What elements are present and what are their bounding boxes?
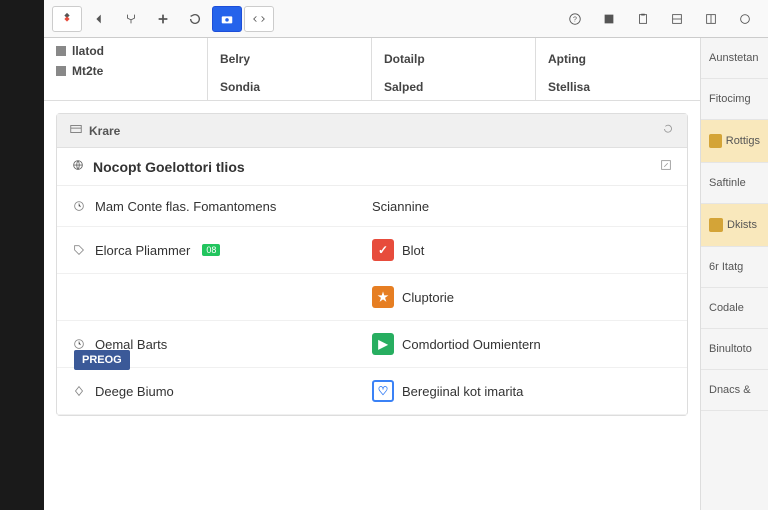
sidebar-item[interactable]: 6r Itatg [701, 247, 768, 288]
left-dark-strip [0, 0, 44, 510]
row-label: Elorca Pliammer [95, 243, 190, 258]
sidebar-label: Saftinle [709, 177, 746, 189]
refresh-icon[interactable] [180, 6, 210, 32]
card-icon [69, 122, 83, 139]
back-icon[interactable] [84, 6, 114, 32]
sidebar-label: 6r Itatg [709, 261, 743, 273]
square-icon [56, 66, 66, 76]
status-icon-red: ✓ [372, 239, 394, 261]
row-value: Beregiinal kot imarita [402, 384, 523, 399]
folder-icon [709, 134, 722, 148]
sidebar-label: Dnacs & [709, 384, 751, 396]
list-row[interactable]: Elorca Pliammer 08 ✓ Blot [57, 227, 687, 274]
card-header: Krare [57, 114, 687, 148]
sidebar-item[interactable]: Binultoto [701, 329, 768, 370]
right-sidebar: Aunstetan Fitocimg Rottigs Saftinle Dkis… [700, 38, 768, 510]
tab-item[interactable]: Mt2te [56, 64, 195, 78]
row-label: Deege Biumo [95, 384, 174, 399]
sidebar-item[interactable]: Codale [701, 288, 768, 329]
list-row[interactable]: Deege Biumo ♡ Beregiinal kot imarita [57, 368, 687, 415]
tab-item[interactable]: llatod [56, 44, 195, 58]
sidebar-item[interactable]: Dnacs & [701, 370, 768, 411]
main-content: llatod Mt2te Belry Sondia Dotailp Salped… [44, 38, 700, 510]
section-header[interactable]: Nocopt Goelottori tlios [57, 148, 687, 186]
expand-icon[interactable] [659, 158, 673, 175]
help-icon[interactable]: ? [560, 6, 590, 32]
floating-tag[interactable]: PREOG [74, 350, 130, 370]
square-icon [56, 46, 66, 56]
clock-icon [71, 198, 87, 214]
tab-item[interactable]: Belry [220, 44, 359, 74]
tab-item[interactable]: Apting [548, 44, 688, 74]
fork-icon[interactable] [116, 6, 146, 32]
tab-label: llatod [72, 44, 104, 58]
row-value: Comdortiod Oumientern [402, 337, 541, 352]
camera-icon[interactable] [212, 6, 242, 32]
main-card: Krare Nocopt Goelottori tlios Mam Conte … [56, 113, 688, 416]
tag-icon [71, 242, 87, 258]
view2-icon[interactable] [696, 6, 726, 32]
sidebar-item[interactable]: Saftinle [701, 163, 768, 204]
panel-icon[interactable] [594, 6, 624, 32]
status-icon-green: ▶ [372, 333, 394, 355]
tab-label: Apting [548, 52, 586, 66]
card-title: Krare [89, 124, 120, 138]
list-row[interactable]: ★ Cluptorie [57, 274, 687, 321]
globe-icon [71, 158, 85, 175]
sidebar-item[interactable]: Rottigs [701, 120, 768, 163]
tab-label: Mt2te [72, 64, 103, 78]
tab-label: Belry [220, 52, 250, 66]
add-icon[interactable] [148, 6, 178, 32]
sidebar-label: Fitocimg [709, 93, 751, 105]
toolbar: ? [44, 0, 768, 38]
sidebar-item[interactable]: Fitocimg [701, 79, 768, 120]
refresh-icon[interactable] [661, 122, 675, 139]
tab-label: Dotailp [384, 52, 425, 66]
row-value: Sciannine [372, 199, 429, 214]
sidebar-label: Dkists [727, 219, 757, 231]
row-value: Cluptorie [402, 290, 454, 305]
tab-item[interactable]: Sondia [220, 80, 359, 94]
sidebar-label: Rottigs [726, 135, 760, 147]
sidebar-label: Codale [709, 302, 744, 314]
circle-icon[interactable] [730, 6, 760, 32]
sidebar-label: Binultoto [709, 343, 752, 355]
folder-icon [709, 218, 723, 232]
tab-item[interactable]: Salped [384, 80, 523, 94]
row-value: Blot [402, 243, 424, 258]
tab-item[interactable]: Stellisa [548, 80, 688, 94]
svg-text:?: ? [573, 16, 577, 23]
tab-label: Sondia [220, 80, 260, 94]
tab-label: Stellisa [548, 80, 590, 94]
badge: 08 [202, 244, 220, 256]
app-icon[interactable] [52, 6, 82, 32]
sidebar-item[interactable]: Aunstetan [701, 38, 768, 79]
status-icon-orange: ★ [372, 286, 394, 308]
sidebar-item[interactable]: Dkists [701, 204, 768, 247]
status-icon-blue: ♡ [372, 380, 394, 402]
view1-icon[interactable] [662, 6, 692, 32]
tabs-row: llatod Mt2te Belry Sondia Dotailp Salped… [44, 38, 700, 101]
sidebar-label: Aunstetan [709, 52, 759, 64]
code-icon[interactable] [244, 6, 274, 32]
clipboard-icon[interactable] [628, 6, 658, 32]
section-title: Nocopt Goelottori tlios [93, 159, 245, 175]
list-row[interactable]: Oemal Barts ▶Comdortiod Oumientern [57, 321, 687, 368]
list-row[interactable]: Mam Conte flas. Fomantomens Sciannine [57, 186, 687, 227]
tab-item[interactable]: Dotailp [384, 44, 523, 74]
diamond-icon [71, 383, 87, 399]
tab-label: Salped [384, 80, 423, 94]
row-label: Mam Conte flas. Fomantomens [95, 199, 276, 214]
